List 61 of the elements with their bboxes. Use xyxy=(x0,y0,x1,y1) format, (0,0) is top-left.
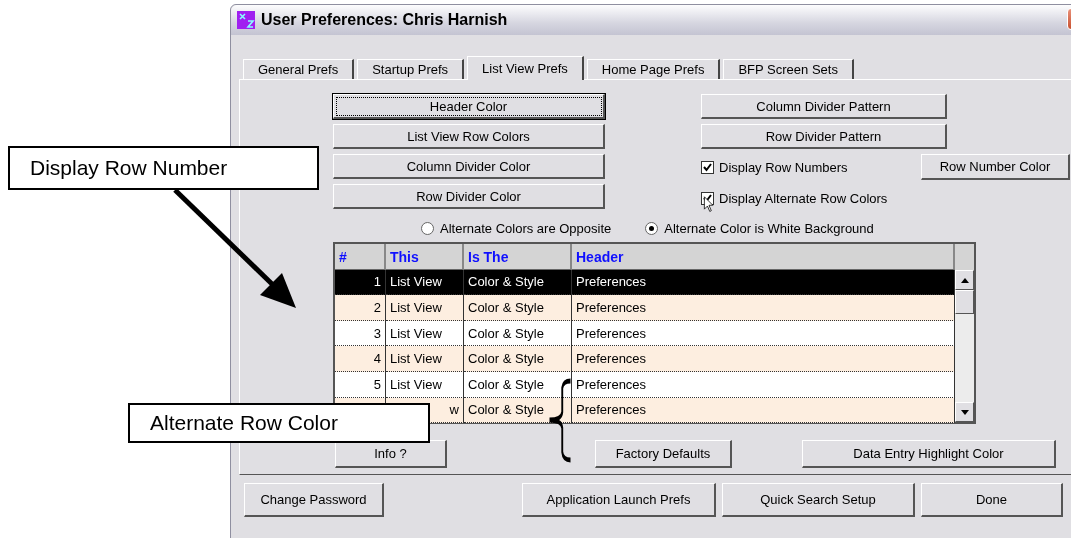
row-number: 3 xyxy=(335,320,386,347)
row-number: 4 xyxy=(335,346,386,372)
scroll-thumb[interactable] xyxy=(955,290,974,314)
footer-button[interactable]: Quick Search Setup xyxy=(722,483,915,517)
tab[interactable]: General Prefs xyxy=(243,59,355,79)
checkbox-label: Display Alternate Row Colors xyxy=(719,190,888,206)
table-cell: Color & Style xyxy=(464,320,572,347)
window-title: User Preferences: Chris Harnish xyxy=(261,11,508,29)
radio-label: Alternate Color is White Background xyxy=(664,220,874,236)
table-cell: Preferences xyxy=(572,346,955,372)
color-button[interactable]: Row Divider Color xyxy=(333,184,605,209)
table-cell: List View xyxy=(386,320,464,347)
table-cell: Color & Style xyxy=(464,346,572,372)
header-corner xyxy=(955,244,974,270)
pattern-button[interactable]: Row Divider Pattern xyxy=(701,124,947,149)
table-cell: Preferences xyxy=(572,320,955,347)
table-cell: List View xyxy=(386,371,464,398)
footer-button[interactable]: Done xyxy=(921,483,1063,517)
column-header[interactable]: Header xyxy=(572,244,955,270)
cursor-icon xyxy=(703,196,715,213)
checkbox-label: Display Row Numbers xyxy=(719,159,849,175)
callout-label: Display Row Number xyxy=(8,146,319,190)
color-button[interactable]: List View Row Colors xyxy=(333,124,605,149)
up-triangle-icon xyxy=(960,277,969,283)
scroll-down-button[interactable] xyxy=(955,402,974,422)
tab[interactable]: Startup Prefs xyxy=(357,59,465,79)
scrollbar[interactable] xyxy=(955,244,974,422)
color-button[interactable]: Header Color xyxy=(333,94,605,119)
tab[interactable]: Home Page Prefs xyxy=(586,59,721,79)
pattern-button[interactable]: Column Divider Pattern xyxy=(701,94,947,119)
footer-button[interactable]: Application Launch Prefs xyxy=(522,483,716,517)
panel-button[interactable]: Data Entry Highlight Color xyxy=(802,440,1056,468)
color-button[interactable]: Column Divider Color xyxy=(333,154,605,179)
table-cell: List View xyxy=(386,269,464,296)
table-cell: Color & Style xyxy=(464,269,572,296)
table-cell: Preferences xyxy=(572,295,955,321)
column-header[interactable]: This xyxy=(386,244,464,270)
app-icon xyxy=(237,11,255,29)
row-number: 5 xyxy=(335,371,386,398)
table-cell: Color & Style xyxy=(464,295,572,321)
checkbox[interactable] xyxy=(701,160,714,174)
radio-label: Alternate Colors are Opposite xyxy=(440,220,612,236)
radio-button[interactable] xyxy=(645,221,659,235)
column-header[interactable]: Is The xyxy=(464,244,572,270)
tab[interactable]: List View Prefs xyxy=(467,56,584,80)
row-number-color-button[interactable]: Row Number Color xyxy=(921,154,1070,180)
table-cell: Preferences xyxy=(572,269,955,296)
row-number: 1 xyxy=(335,269,386,296)
down-triangle-icon xyxy=(960,409,969,415)
callout-label: Alternate Row Color xyxy=(128,403,430,443)
scroll-up-button[interactable] xyxy=(955,270,974,290)
table-cell: List View xyxy=(386,346,464,372)
table-cell: List View xyxy=(386,295,464,321)
table-cell: Preferences xyxy=(572,397,955,424)
panel-button[interactable]: Factory Defaults xyxy=(595,440,732,468)
table-cell: Preferences xyxy=(572,371,955,398)
footer-button[interactable]: Change Password xyxy=(244,483,384,517)
column-header[interactable]: # xyxy=(335,244,386,270)
tab[interactable]: BFP Screen Sets xyxy=(723,59,854,79)
row-number: 2 xyxy=(335,295,386,321)
radio-button[interactable] xyxy=(421,221,434,235)
